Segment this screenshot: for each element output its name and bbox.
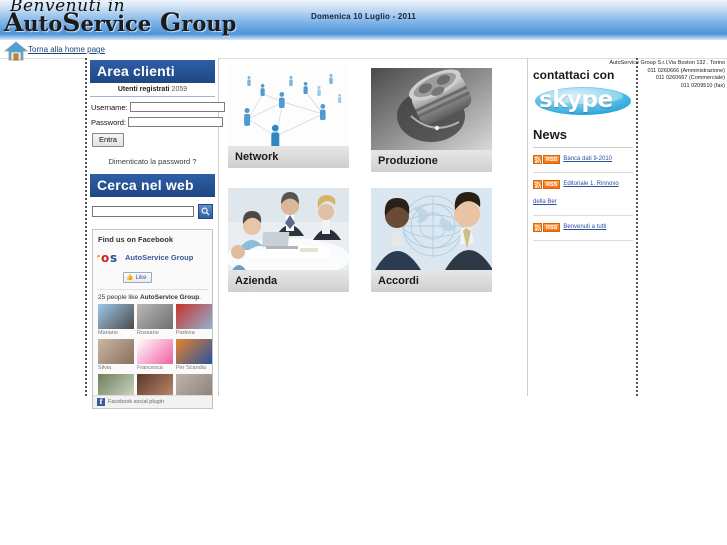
contact-info-block: AutoService Group S.r.l.Via Boston 132 .… [590,60,727,90]
facebook-like-label: Like [135,274,147,281]
sidebar-left: Area clienti Utenti registrati 2059 User… [85,58,225,409]
main-content: Area clienti Utenti registrati 2059 User… [0,58,727,409]
tile-network[interactable]: Network [228,64,349,168]
rss-icon [533,180,542,190]
news-heading: News [533,127,567,142]
facebook-face-thumbnail [137,339,173,364]
username-input[interactable] [129,102,225,112]
company-logo-icon: r o s [97,251,118,265]
news-item[interactable]: RSS Benvenuti a tutti [533,216,633,241]
facebook-count-page: AutoService Group [139,294,200,301]
facebook-widget-title: Find us on Facebook [98,235,174,244]
registered-users-count: 2059 [171,86,188,93]
facebook-face-name: Mariano [98,330,118,336]
facebook-face-thumbnail [98,339,134,364]
rss-label: RSS [543,155,561,165]
facebook-face-name: Silvia [98,365,112,371]
facebook-icon: f [97,398,105,406]
sidebar-right: contattaci con skype ™ News RSS Banca dat… [528,58,638,396]
rss-label: RSS [543,180,561,190]
facebook-faces-grid: Mariano Rossano Padova Silvia Francesca Per S… [93,304,212,371]
tile-azienda-image [228,188,349,278]
news-item-link[interactable]: Benvenuti a tutti [563,224,606,230]
facebook-face-thumbnail [137,304,173,329]
facebook-like-count: 25 people like AutoService Group. [93,290,212,304]
home-page-link[interactable]: Torna alla home page [28,45,105,54]
search-row [92,204,213,219]
news-item-link[interactable]: Banca dati 9-2010 [563,156,612,162]
contact-phone-sales: 011 0260667 (Commerciale) [655,75,725,81]
password-label: Password: [91,117,127,127]
facebook-face[interactable]: Mariano [98,304,134,336]
facebook-face[interactable]: Silvia [98,339,134,371]
search-icon[interactable] [198,204,213,219]
tile-produzione-caption: Produzione [371,150,492,172]
facebook-page-name[interactable]: AutoService Group [125,253,193,262]
facebook-face-thumbnail [176,304,212,329]
news-item[interactable]: RSS Banca dati 9-2010 [533,148,633,173]
thumbs-up-icon: 👍 [126,275,134,281]
facebook-like-button[interactable]: 👍 Like [123,272,152,283]
facebook-face-name: Padova [176,330,195,336]
registered-users-label: Utenti registrati [117,86,170,93]
contact-fax: 011 0209510 (fax) [680,82,725,89]
facebook-count-suffix: . [199,294,201,301]
facebook-page-row[interactable]: r o s AutoService Group [93,244,212,266]
forgot-password-link[interactable]: Dimenticato la password ? [87,157,218,172]
facebook-plugin-label: Facebook social plugin [108,399,164,405]
search-input[interactable] [92,206,194,217]
search-web-title: Cerca nel web [90,174,215,197]
news-item[interactable]: RSS Editoriale 1. Rinnovo della Ber [533,173,633,216]
tile-azienda-caption: Azienda [228,270,349,292]
tile-accordi-caption: Accordi [371,270,492,292]
facebook-face[interactable]: Rossano [137,304,173,336]
tile-produzione-image [371,68,492,150]
tile-network-caption: Network [228,146,349,168]
login-submit-button[interactable]: Entra [92,133,124,147]
password-row: Password: [91,117,224,127]
tiles-area: Network Produzione Azienda Accordi [219,58,528,396]
home-bar: Torna alla home page [0,40,727,61]
news-list: RSS Banca dati 9-2010 RSS Editoriale 1. Rin… [533,148,636,241]
facebook-face-thumbnail [176,339,212,364]
rss-icon [533,155,542,165]
tile-azienda[interactable]: Azienda [228,188,349,292]
facebook-face[interactable]: Padova [176,304,212,336]
contact-address: AutoService Group S.r.l.Via Boston 132 .… [609,60,725,66]
facebook-face-name: Rossano [137,330,159,336]
tile-network-image [228,64,349,149]
page-root: Benvenuti in AutoService Group Domenica … [0,0,727,545]
client-area-title: Area clienti [90,60,215,83]
username-label: Username: [91,102,128,112]
facebook-face-thumbnail [98,304,134,329]
facebook-count-prefix: 25 people like [98,294,139,301]
rss-label: RSS [543,223,561,233]
facebook-face[interactable]: Per Scandia [176,339,212,371]
rss-icon [533,223,542,233]
skype-wordmark: skype [539,87,613,113]
tile-produzione[interactable]: Produzione [371,68,492,172]
contact-phone-admin: 011 0260666 (Amministrazione) [647,67,725,74]
facebook-face-name: Francesca [137,365,163,371]
username-row: Username: [91,102,225,112]
facebook-face-name: Per Scandia [176,365,206,371]
site-header: Benvenuti in AutoService Group Domenica … [0,0,727,40]
facebook-plugin-footer: f Facebook social plugin [93,395,212,408]
facebook-face[interactable]: Francesca [137,339,173,371]
tile-accordi-image [371,188,492,270]
header-date: Domenica 10 Luglio - 2011 [310,12,417,21]
password-input[interactable] [128,117,224,127]
tile-accordi[interactable]: Accordi [371,188,492,292]
registered-users-line: Utenti registrati 2059 [90,83,215,97]
facebook-widget: Find us on Facebook r o s AutoService Gr… [92,229,213,409]
